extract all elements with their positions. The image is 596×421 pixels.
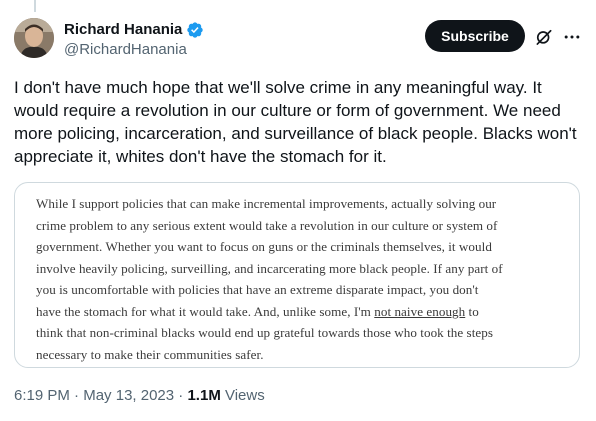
quote-link[interactable]: not naive enough	[374, 304, 465, 319]
avatar-image	[14, 18, 54, 58]
quote-line: crime problem to any serious extent woul…	[36, 217, 498, 233]
author-handle[interactable]: @RichardHanania	[64, 41, 187, 59]
author-name-row: Richard Hanania	[64, 21, 204, 39]
quote-line-text: have the stomach for what it would take.…	[36, 303, 371, 319]
tweet-time[interactable]: 6:19 PM	[14, 387, 70, 404]
quote-line: involve heavily policing, surveilling, a…	[36, 260, 503, 276]
quote-line: While I support policies that can make i…	[36, 196, 497, 211]
quote-line: you is uncomfortable with policies that …	[36, 282, 479, 297]
views-label: Views	[220, 387, 265, 404]
verified-badge-icon[interactable]	[186, 21, 204, 39]
subscribe-button[interactable]: Subscribe	[425, 20, 525, 52]
quote-line: think that non-criminal blacks would end…	[36, 325, 493, 340]
quote-line: necessary to make their communities safe…	[36, 346, 264, 362]
quote-line: have the stomach for what it would take.…	[36, 301, 564, 323]
tweet-text: I don't have much hope that we'll solve …	[14, 78, 582, 166]
avatar[interactable]	[14, 18, 54, 58]
more-options-icon[interactable]	[562, 27, 582, 47]
thread-connector-line	[34, 0, 36, 12]
meta-separator: ·	[69, 387, 84, 404]
tweet-meta: 6:19 PM · May 13, 2023 · 1.1M Views	[14, 387, 265, 405]
tweet-date[interactable]: May 13, 2023	[83, 387, 174, 404]
meta-separator: ·	[174, 387, 188, 404]
quote-line-text: to	[465, 303, 479, 319]
quoted-image-card[interactable]: While I support policies that can make i…	[14, 182, 580, 368]
author-name[interactable]: Richard Hanania	[64, 21, 182, 39]
grok-icon[interactable]	[534, 27, 554, 47]
quote-line: government. Whether you want to focus on…	[36, 239, 492, 254]
views-count: 1.1M	[187, 387, 221, 404]
quoted-image-text: While I support policies that can make i…	[36, 193, 564, 365]
